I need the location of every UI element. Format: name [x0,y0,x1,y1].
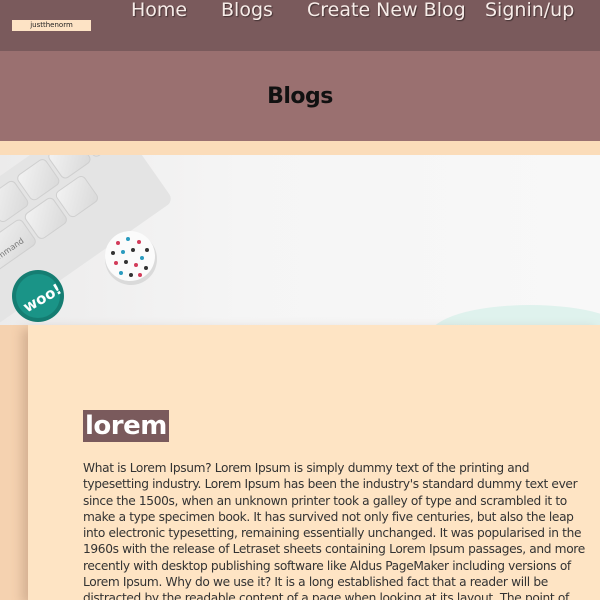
brand-logo[interactable]: justthenorm [12,20,91,31]
header-band: Blogs [0,51,600,141]
polka-dot-button-graphic [105,231,157,285]
navbar: justthenorm Home Blogs Create New Blog S… [0,0,600,51]
post-title[interactable]: lorem [83,410,169,442]
desk-photo-illustration: command woo! [0,155,171,325]
nav-link-home[interactable]: Home [131,0,187,22]
nav-link-create-new-blog[interactable]: Create New Blog [307,0,466,22]
nav-link-blogs[interactable]: Blogs [221,0,273,22]
hero-image: command woo! [0,155,600,325]
nav-link-signin[interactable]: Signin/up [485,0,574,22]
post-body: What is Lorem Ipsum? Lorem Ipsum is simp… [83,461,585,600]
page-title: Blogs [267,84,333,109]
